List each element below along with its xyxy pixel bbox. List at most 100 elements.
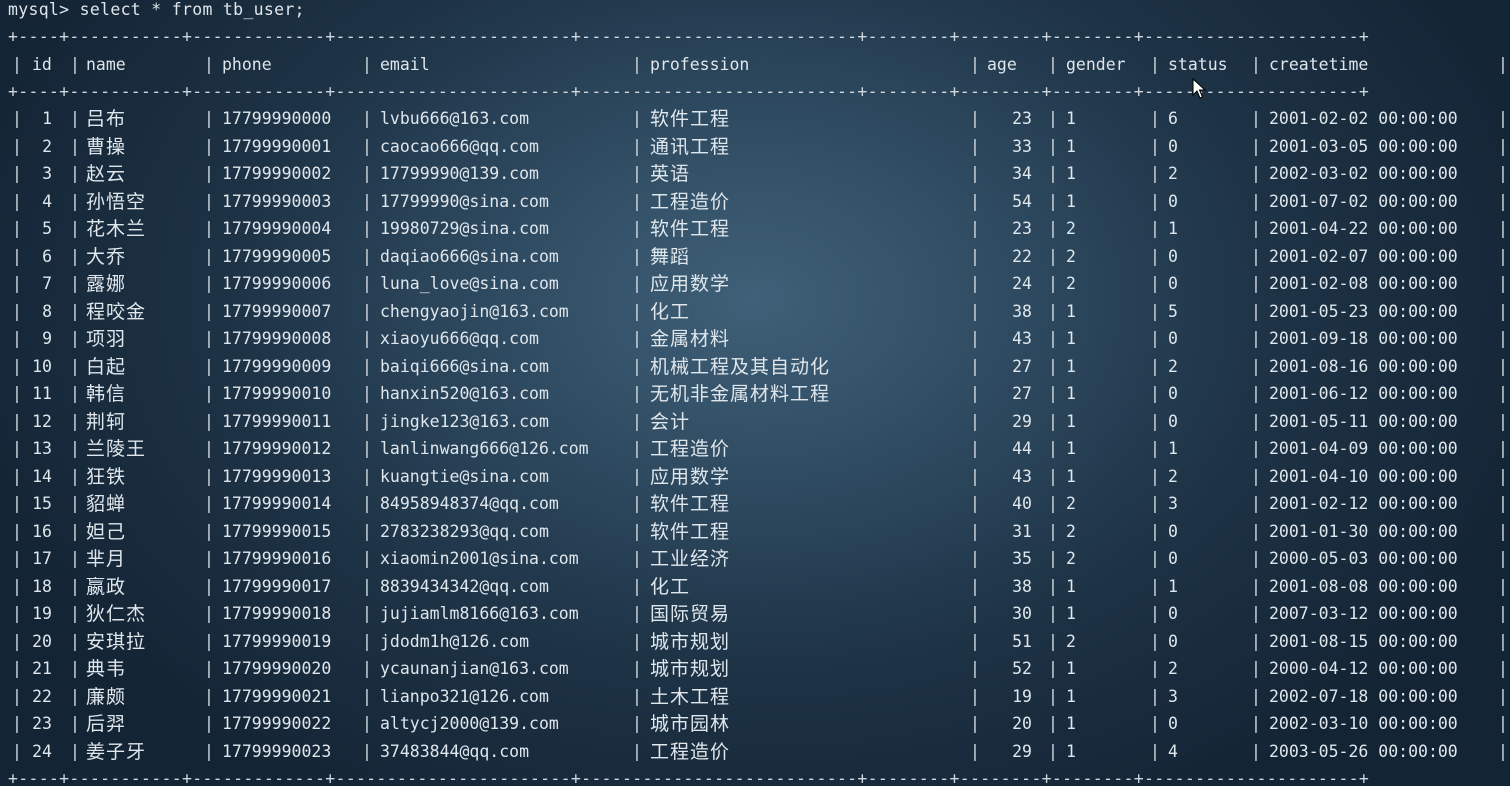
cell-name: 韩信 (86, 383, 127, 405)
cell-id: 18 (32, 577, 52, 596)
cell-name: 狂铁 (86, 466, 127, 488)
column-divider: | (970, 329, 980, 348)
column-divider: | (70, 577, 80, 596)
column-divider: | (1498, 384, 1508, 403)
cell-name: 曹操 (86, 136, 127, 158)
cell-age: 23 (1012, 219, 1032, 238)
cell-age: 54 (1012, 192, 1032, 211)
column-divider: | (1150, 714, 1160, 733)
cell-profession: 英语 (650, 163, 691, 185)
cell-createtime: 2001-08-15 00:00:00 (1269, 632, 1458, 651)
column-divider: | (362, 274, 372, 293)
column-divider: | (1251, 219, 1261, 238)
column-divider: | (1251, 137, 1261, 156)
cell-age: 30 (1012, 604, 1032, 623)
cell-phone: 17799990007 (222, 302, 332, 321)
column-divider: | (362, 714, 372, 733)
column-divider: | (970, 687, 980, 706)
cell-email: jdodm1h@126.com (380, 632, 530, 651)
cell-phone: 17799990012 (222, 439, 332, 458)
cell-age: 29 (1012, 742, 1032, 761)
cell-status: 1 (1168, 439, 1178, 458)
column-divider: | (1498, 659, 1508, 678)
column-divider: | (1251, 55, 1261, 74)
cell-email: hanxin520@163.com (380, 384, 549, 403)
cell-createtime: 2001-02-07 00:00:00 (1269, 247, 1458, 266)
cell-age: 34 (1012, 164, 1032, 183)
column-divider: | (70, 357, 80, 376)
cell-email: chengyaojin@163.com (380, 302, 569, 321)
column-divider: | (1251, 604, 1261, 623)
column-divider: | (204, 55, 214, 74)
column-divider: | (1498, 549, 1508, 568)
cell-email: 84958948374@qq.com (380, 494, 559, 513)
cell-status: 2 (1168, 164, 1178, 183)
column-divider: | (1251, 439, 1261, 458)
cell-phone: 17799990005 (222, 247, 332, 266)
cell-status: 2 (1168, 357, 1178, 376)
cell-email: lianpo321@126.com (380, 687, 549, 706)
cell-createtime: 2002-07-18 00:00:00 (1269, 687, 1458, 706)
column-divider: | (204, 494, 214, 513)
cell-createtime: 2001-07-02 00:00:00 (1269, 192, 1458, 211)
column-divider: | (970, 164, 980, 183)
column-divider: | (1150, 687, 1160, 706)
cell-gender: 1 (1066, 714, 1076, 733)
column-divider: | (70, 384, 80, 403)
cell-profession: 会计 (650, 411, 691, 433)
column-divider: | (970, 604, 980, 623)
column-divider: | (1498, 109, 1508, 128)
cell-id: 23 (32, 714, 52, 733)
cell-status: 4 (1168, 742, 1178, 761)
cell-email: kuangtie@sina.com (380, 467, 549, 486)
column-divider: | (1498, 467, 1508, 486)
cell-gender: 1 (1066, 467, 1076, 486)
column-divider: | (1251, 384, 1261, 403)
column-divider: | (204, 109, 214, 128)
column-divider: | (1150, 742, 1160, 761)
column-divider: | (70, 412, 80, 431)
cell-email: 8839434342@qq.com (380, 577, 549, 596)
column-divider: | (70, 164, 80, 183)
column-divider: | (1498, 687, 1508, 706)
cell-name: 赵云 (86, 163, 127, 185)
column-divider: | (362, 109, 372, 128)
column-divider: | (970, 412, 980, 431)
cell-id: 4 (42, 192, 52, 211)
column-divider: | (204, 714, 214, 733)
cell-createtime: 2001-06-12 00:00:00 (1269, 384, 1458, 403)
cell-id: 21 (32, 659, 52, 678)
column-divider: | (1251, 302, 1261, 321)
cell-phone: 17799990008 (222, 329, 332, 348)
column-divider: | (970, 55, 980, 74)
column-divider: | (1048, 659, 1058, 678)
column-divider: | (70, 439, 80, 458)
column-divider: | (1251, 164, 1261, 183)
cell-status: 0 (1168, 137, 1178, 156)
column-divider: | (362, 659, 372, 678)
column-divider: | (1251, 577, 1261, 596)
cell-name: 姜子牙 (86, 741, 147, 763)
column-divider: | (970, 357, 980, 376)
cell-id: 7 (42, 274, 52, 293)
cell-phone: 17799990001 (222, 137, 332, 156)
cell-age: 20 (1012, 714, 1032, 733)
column-divider: | (970, 302, 980, 321)
terminal-window[interactable]: mysql> select * from tb_user; +----+----… (0, 0, 1510, 786)
column-divider: | (1498, 219, 1508, 238)
column-divider: | (1251, 274, 1261, 293)
column-divider: | (204, 439, 214, 458)
cell-name: 嬴政 (86, 576, 127, 598)
column-divider: | (1048, 714, 1058, 733)
cell-gender: 1 (1066, 357, 1076, 376)
cell-phone: 17799990019 (222, 632, 332, 651)
cell-name: 吕布 (86, 108, 127, 130)
cell-age: 27 (1012, 384, 1032, 403)
column-divider: | (970, 439, 980, 458)
column-divider: | (1150, 659, 1160, 678)
column-divider: | (362, 439, 372, 458)
cell-profession: 化工 (650, 576, 691, 598)
column-divider: | (970, 247, 980, 266)
column-divider: | (632, 604, 642, 623)
column-divider: | (1048, 164, 1058, 183)
